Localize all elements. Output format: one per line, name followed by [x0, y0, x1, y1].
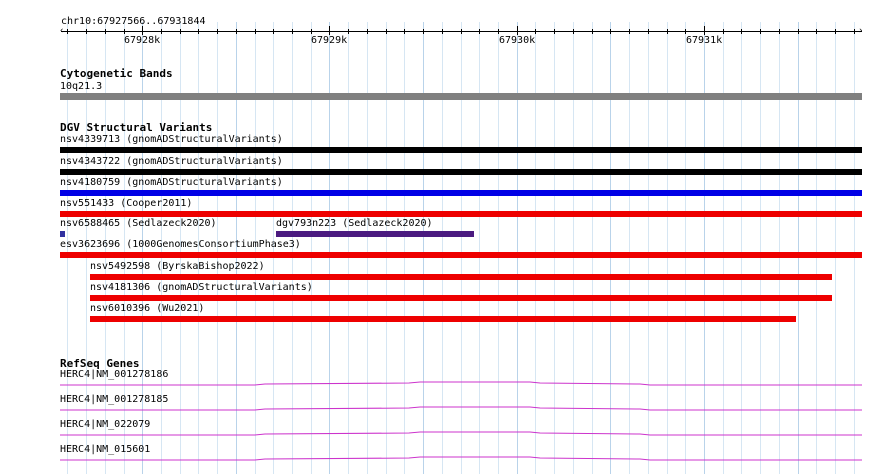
ruler-minor-tick [685, 29, 686, 34]
ruler-tick-label: 67928k [124, 35, 161, 46]
ruler-minor-tick [180, 29, 181, 34]
ruler-minor-tick [255, 29, 256, 34]
gene-model[interactable] [0, 429, 890, 443]
variant-bar[interactable] [60, 169, 862, 175]
ruler-minor-tick [404, 29, 405, 34]
ruler-minor-tick [592, 29, 593, 34]
ruler-minor-tick [273, 29, 274, 34]
variant-label: esv3623696 (1000GenomesConsortiumPhase3) [60, 239, 301, 250]
cytoband-bar[interactable] [60, 93, 862, 100]
genome-browser: chr10:67927566..67931844 ‹ › 67928k67929… [0, 0, 890, 474]
variant-bar[interactable] [60, 190, 862, 196]
track-title-cytoband[interactable]: Cytogenetic Bands [60, 68, 173, 80]
ruler-minor-tick [723, 29, 724, 34]
ruler-minor-tick [442, 29, 443, 34]
ruler-location: chr10:67927566..67931844 [61, 16, 206, 27]
variant-label: dgv793n223 (Sedlazeck2020) [276, 218, 433, 229]
ruler-minor-tick [798, 29, 799, 34]
gene-model[interactable] [0, 379, 890, 393]
ruler-minor-tick [198, 29, 199, 34]
variant-bar[interactable] [60, 231, 65, 237]
cytoband-label: 10q21.3 [60, 81, 103, 92]
ruler-minor-tick [554, 29, 555, 34]
ruler-minor-tick [86, 29, 87, 34]
ruler-minor-tick [629, 29, 630, 34]
variant-bar[interactable] [90, 316, 796, 322]
ruler-minor-tick [835, 29, 836, 34]
ruler-minor-tick [648, 29, 649, 34]
variant-label: nsv4181306 (gnomADStructuralVariants) [90, 282, 313, 293]
ruler-minor-tick [386, 29, 387, 34]
ruler-tick-label: 67930k [499, 35, 536, 46]
track-title-dgv[interactable]: DGV Structural Variants [60, 122, 212, 134]
gene-intron-line [60, 406, 862, 411]
variant-bar[interactable] [90, 274, 832, 280]
ruler-minor-tick [367, 29, 368, 34]
ruler-minor-tick [124, 29, 125, 34]
variant-label: nsv6588465 (Sedlazeck2020) [60, 218, 217, 229]
gene-model[interactable] [0, 404, 890, 418]
ruler-minor-tick [760, 29, 761, 34]
gene-model[interactable] [0, 454, 890, 468]
ruler-minor-tick [161, 29, 162, 34]
ruler-tick-label: 67931k [686, 35, 723, 46]
ruler-tick-label: 67929k [311, 35, 348, 46]
scroll-right-icon[interactable]: › [858, 27, 863, 36]
variant-label: nsv6010396 (Wu2021) [90, 303, 205, 314]
ruler-minor-tick [479, 29, 480, 34]
variant-label: nsv4180759 (gnomADStructuralVariants) [60, 177, 283, 188]
ruler-minor-tick [779, 29, 780, 34]
ruler-minor-tick [667, 29, 668, 34]
ruler-major-tick [517, 26, 518, 35]
variant-bar[interactable] [60, 252, 862, 258]
ruler-minor-tick [854, 29, 855, 34]
variant-label: nsv4343722 (gnomADStructuralVariants) [60, 156, 283, 167]
ruler-minor-tick [236, 29, 237, 34]
ruler-minor-tick [217, 29, 218, 34]
variant-bar[interactable] [276, 231, 474, 237]
ruler-minor-tick [105, 29, 106, 34]
ruler-minor-tick [610, 29, 611, 34]
variant-label: nsv551433 (Cooper2011) [60, 198, 193, 209]
gene-intron-line [60, 381, 862, 386]
variant-label: nsv5492598 (ByrskaBishop2022) [90, 261, 265, 272]
ruler-major-tick [142, 26, 143, 35]
ruler-minor-tick [423, 29, 424, 34]
ruler-major-tick [704, 26, 705, 35]
variant-bar[interactable] [60, 147, 862, 153]
ruler-minor-tick [498, 29, 499, 34]
ruler-minor-tick [311, 29, 312, 34]
variant-bar[interactable] [90, 295, 832, 301]
ruler-minor-tick [816, 29, 817, 34]
ruler-minor-tick [348, 29, 349, 34]
ruler-minor-tick [741, 29, 742, 34]
variant-label: nsv4339713 (gnomADStructuralVariants) [60, 134, 283, 145]
ruler-minor-tick [292, 29, 293, 34]
ruler-minor-tick [535, 29, 536, 34]
ruler-minor-tick [573, 29, 574, 34]
ruler-minor-tick [67, 29, 68, 34]
ruler-major-tick [329, 26, 330, 35]
gene-intron-line [60, 431, 862, 436]
gene-intron-line [60, 456, 862, 461]
ruler-minor-tick [461, 29, 462, 34]
variant-bar[interactable] [60, 211, 862, 217]
